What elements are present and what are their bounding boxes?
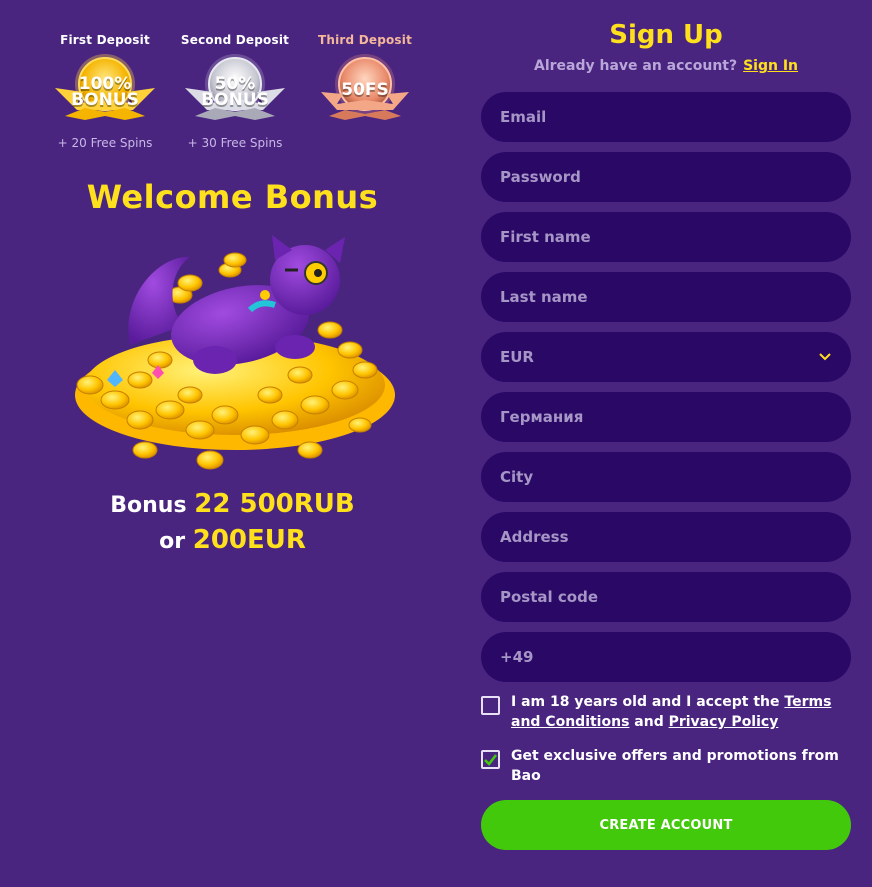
third-deposit-badge: Third Deposit 50FS <box>310 30 420 160</box>
offers-checkbox[interactable] <box>481 750 500 769</box>
postal-code-placeholder: Postal code <box>500 588 598 606</box>
privacy-link[interactable]: Privacy Policy <box>669 714 779 730</box>
phone-field[interactable]: +49 <box>481 632 851 682</box>
badge-title: Third Deposit <box>317 33 413 47</box>
cat-on-coins-illustration <box>75 235 395 470</box>
email-field[interactable]: Email <box>481 92 851 142</box>
postal-code-field[interactable]: Postal code <box>481 572 851 622</box>
offers-row: Get exclusive offers and promotions from… <box>481 746 851 786</box>
bonus-or: or <box>159 529 186 554</box>
welcome-bonus-title: Welcome Bonus <box>86 178 379 216</box>
address-placeholder: Address <box>500 528 569 546</box>
first-deposit-badge: First Deposit 100% BONUS + 20 Free Spins <box>50 30 160 160</box>
phone-value: +49 <box>500 648 534 666</box>
last-name-placeholder: Last name <box>500 288 588 306</box>
badge-subtitle: + 30 Free Spins <box>187 136 283 150</box>
first-name-placeholder: First name <box>500 228 591 246</box>
last-name-field[interactable]: Last name <box>481 272 851 322</box>
have-account-text: Already have an account? <box>533 58 738 74</box>
coin-line1: 50FS <box>341 80 389 100</box>
country-value: Германия <box>500 408 584 426</box>
first-name-field[interactable]: First name <box>481 212 851 262</box>
badge-title: Second Deposit <box>180 33 290 47</box>
coin-line2: BONUS <box>71 90 139 110</box>
currency-value: EUR <box>500 348 534 366</box>
bonus-amount-eur: 200EUR <box>192 525 306 555</box>
chevron-down-icon <box>819 353 831 361</box>
welcome-panel: First Deposit 100% BONUS + 20 Free Spins… <box>0 0 465 887</box>
create-account-button[interactable]: CREATE ACCOUNT <box>481 800 851 850</box>
deposit-badges: First Deposit 100% BONUS + 20 Free Spins… <box>50 30 430 160</box>
password-placeholder: Password <box>500 168 581 186</box>
and-text: and <box>634 714 664 730</box>
coin-line2: BONUS <box>201 90 269 110</box>
city-placeholder: City <box>500 468 534 486</box>
signup-title: Sign Up <box>609 20 723 50</box>
bonus-prefix: Bonus <box>110 493 187 518</box>
city-field[interactable]: City <box>481 452 851 502</box>
badge-subtitle: + 20 Free Spins <box>57 136 153 150</box>
bronze-coin-icon: 50FS <box>315 50 415 130</box>
email-placeholder: Email <box>500 108 547 126</box>
silver-coin-icon: 50% BONUS <box>185 50 285 130</box>
second-deposit-badge: Second Deposit 50% BONUS + 30 Free Spins <box>180 30 290 160</box>
checkmark-icon <box>484 754 497 766</box>
gold-coin-icon: 100% BONUS <box>55 50 155 130</box>
bonus-amount: Bonus 22 500RUB or 200EUR <box>0 487 465 559</box>
age-terms-checkbox[interactable] <box>481 696 500 715</box>
currency-select[interactable]: EUR <box>481 332 851 382</box>
age-terms-row: I am 18 years old and I accept the Terms… <box>481 692 851 732</box>
password-field[interactable]: Password <box>481 152 851 202</box>
age-prefix-text: I am 18 years old and I accept the <box>511 694 780 710</box>
signin-prompt: Already have an account? Sign In <box>481 58 851 74</box>
offers-text: Get exclusive offers and promotions from… <box>511 748 839 784</box>
bonus-amount-rub: 22 500RUB <box>194 489 355 519</box>
consent-checkboxes: I am 18 years old and I accept the Terms… <box>481 692 851 800</box>
address-field[interactable]: Address <box>481 512 851 562</box>
age-terms-text: I am 18 years old and I accept the Terms… <box>511 692 851 732</box>
badge-title: First Deposit <box>60 33 150 47</box>
country-field[interactable]: Германия <box>481 392 851 442</box>
sign-in-link[interactable]: Sign In <box>743 58 798 74</box>
